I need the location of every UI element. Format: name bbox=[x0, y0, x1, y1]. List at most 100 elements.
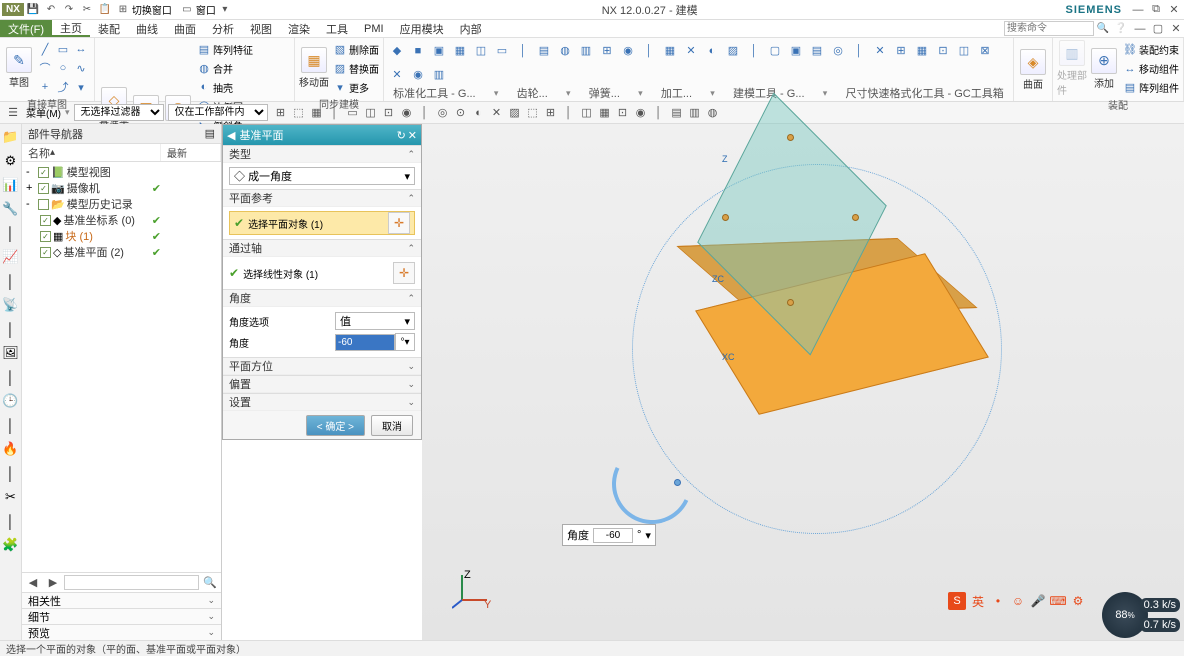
sync-删除面[interactable]: ▧删除面 bbox=[331, 40, 379, 58]
menu-tab-8[interactable]: PMI bbox=[356, 20, 392, 37]
menu-label[interactable]: 菜单(M) bbox=[26, 105, 61, 120]
graphics-viewport[interactable]: Z ZC XC 角度 ° ▾ ZY S 英 • ☺ 🎤 ⌨ ⚙ 88% 0.3 … bbox=[422, 124, 1184, 640]
feat-阵列特征[interactable]: ▤阵列特征 bbox=[195, 40, 253, 58]
sel-tool-icon[interactable]: ▭ bbox=[344, 104, 362, 122]
sel-tool-icon[interactable]: ▨ bbox=[506, 104, 524, 122]
col-latest[interactable]: 最新 bbox=[161, 144, 221, 161]
pick-line-icon[interactable]: ✛ bbox=[393, 262, 415, 284]
sel-tool-icon[interactable]: ▦ bbox=[596, 104, 614, 122]
tool-icon[interactable]: ▥ bbox=[577, 42, 595, 60]
plane-handle[interactable] bbox=[852, 214, 859, 221]
point-icon[interactable]: + bbox=[36, 78, 54, 96]
ime-mic-icon[interactable]: 🎤 bbox=[1030, 593, 1046, 609]
resource-icon[interactable]: │ bbox=[2, 416, 20, 434]
command-search-input[interactable] bbox=[1004, 21, 1094, 36]
surface-button[interactable]: ◈曲面 bbox=[1018, 49, 1048, 91]
section-axis[interactable]: 通过轴⌃ bbox=[223, 239, 421, 257]
sel-tool-icon[interactable]: ◎ bbox=[434, 104, 452, 122]
angle-option-select[interactable]: 值▾ bbox=[335, 312, 415, 330]
resource-icon[interactable]: │ bbox=[2, 224, 20, 242]
ime-lang[interactable]: 英 bbox=[970, 593, 986, 609]
tree-row[interactable]: ✓◆基准坐标系 (0)✔ bbox=[22, 212, 221, 228]
dim-drop-icon[interactable]: ▾ bbox=[645, 529, 651, 542]
tool-icon[interactable]: ◉ bbox=[409, 66, 427, 84]
ime-punct-icon[interactable]: • bbox=[990, 593, 1006, 609]
plane-handle[interactable] bbox=[787, 299, 794, 306]
sel-tool-icon[interactable]: ⊡ bbox=[380, 104, 398, 122]
feat-合并[interactable]: ◍合并 bbox=[195, 59, 253, 77]
line-icon[interactable]: ╱ bbox=[36, 40, 54, 58]
col-name[interactable]: 名称 ▴ bbox=[22, 144, 161, 161]
ime-badge[interactable]: S bbox=[948, 592, 966, 610]
tool-icon[interactable]: ✕ bbox=[682, 42, 700, 60]
angle-dimension-box[interactable]: 角度 ° ▾ bbox=[562, 524, 656, 546]
pick-face-icon[interactable]: ✛ bbox=[388, 212, 410, 234]
inner-min-icon[interactable]: — bbox=[1132, 22, 1148, 36]
tool-icon[interactable]: ⊞ bbox=[598, 42, 616, 60]
sel-tool-icon[interactable]: ◉ bbox=[632, 104, 650, 122]
tool-icon[interactable]: ▨ bbox=[724, 42, 742, 60]
window-icon[interactable]: ▭ bbox=[179, 2, 195, 18]
sel-tool-icon[interactable]: │ bbox=[650, 104, 668, 122]
section-angle[interactable]: 角度⌃ bbox=[223, 289, 421, 307]
tree-row[interactable]: -📂模型历史记录 bbox=[22, 196, 221, 212]
sel-tool-icon[interactable]: ✕ bbox=[488, 104, 506, 122]
resource-icon[interactable]: 📁 bbox=[2, 128, 20, 146]
resource-icon[interactable]: 📊 bbox=[2, 176, 20, 194]
type-select[interactable]: ◇ 成一角度▾ bbox=[229, 167, 415, 185]
sync-移动面[interactable]: ▦移动面 bbox=[299, 47, 329, 89]
tool-icon[interactable]: ▢ bbox=[766, 42, 784, 60]
tool-icon[interactable]: ✕ bbox=[388, 66, 406, 84]
tool-icon[interactable]: ◍ bbox=[556, 42, 574, 60]
dialog-header[interactable]: ◀ 基准平面 ↻✕ bbox=[223, 125, 421, 145]
tree-row[interactable]: -✓📗模型视图 bbox=[22, 164, 221, 180]
sel-tool-icon[interactable]: ⊡ bbox=[614, 104, 632, 122]
tool-icon[interactable]: ▤ bbox=[535, 42, 553, 60]
tool-icon[interactable]: ✕ bbox=[871, 42, 889, 60]
sel-tool-icon[interactable]: ⊞ bbox=[542, 104, 560, 122]
minimize-icon[interactable]: — bbox=[1130, 3, 1146, 17]
dialog-close-icon[interactable]: ✕ bbox=[408, 129, 417, 142]
menu-button[interactable]: ☰ bbox=[4, 104, 22, 122]
nav-section-detail[interactable]: 细节⌄ bbox=[22, 608, 221, 624]
tool-icon[interactable]: ▦ bbox=[451, 42, 469, 60]
cancel-button[interactable]: 取消 bbox=[371, 415, 413, 436]
selection-filter[interactable]: 无选择过滤器 bbox=[74, 104, 164, 121]
tool-icon[interactable]: ■ bbox=[409, 42, 427, 60]
dim-icon[interactable]: ↔ bbox=[72, 40, 90, 58]
more-sketch-icon[interactable]: ▾ bbox=[72, 78, 90, 96]
section-type[interactable]: 类型⌃ bbox=[223, 145, 421, 163]
dialog-reset-icon[interactable]: ↻ bbox=[397, 129, 406, 142]
select-line-row[interactable]: ✔选择线性对象 (1)✛ bbox=[229, 261, 415, 285]
resource-icon[interactable]: │ bbox=[2, 320, 20, 338]
redo-icon[interactable]: ↷ bbox=[61, 2, 77, 18]
window-label[interactable]: 窗口 bbox=[196, 2, 216, 17]
tool-icon[interactable]: ◆ bbox=[388, 42, 406, 60]
resource-icon[interactable]: │ bbox=[2, 272, 20, 290]
resource-icon[interactable]: ⚙ bbox=[2, 152, 20, 170]
ribbon-label[interactable]: 加工... bbox=[661, 85, 692, 101]
view-triad[interactable]: ZY bbox=[452, 570, 492, 610]
section-settings[interactable]: 设置⌄ bbox=[223, 393, 421, 411]
sel-tool-icon[interactable]: │ bbox=[560, 104, 578, 122]
asm-阵列组件[interactable]: ▤阵列组件 bbox=[1121, 79, 1179, 97]
resource-icon[interactable]: ✂ bbox=[2, 488, 20, 506]
resource-icon[interactable]: 🕒 bbox=[2, 392, 20, 410]
ribbon-label[interactable]: 齿轮... bbox=[517, 85, 548, 101]
tool-icon[interactable]: ▥ bbox=[430, 66, 448, 84]
ribbon-label[interactable]: 弹簧... bbox=[589, 85, 620, 101]
menu-tab-9[interactable]: 应用模块 bbox=[392, 20, 452, 37]
rect-icon[interactable]: ▭ bbox=[54, 40, 72, 58]
tool-icon[interactable]: ◫ bbox=[472, 42, 490, 60]
nav-section-related[interactable]: 相关性⌄ bbox=[22, 592, 221, 608]
asm-移动组件[interactable]: ↔移动组件 bbox=[1121, 60, 1179, 78]
tree-row[interactable]: +✓📷摄像机✔ bbox=[22, 180, 221, 196]
sketch-button[interactable]: ✎草图 bbox=[4, 47, 34, 89]
scope-filter[interactable]: 仅在工作部件内 bbox=[168, 104, 268, 121]
tree-row[interactable]: ✓◇基准平面 (2)✔ bbox=[22, 244, 221, 260]
copy-icon[interactable]: 📋 bbox=[97, 2, 113, 18]
arc-handle[interactable] bbox=[674, 479, 681, 486]
ime-kbd-icon[interactable]: ⌨ bbox=[1050, 593, 1066, 609]
section-offset[interactable]: 偏置⌄ bbox=[223, 375, 421, 393]
dropdown-icon[interactable]: ▾ bbox=[217, 2, 233, 18]
